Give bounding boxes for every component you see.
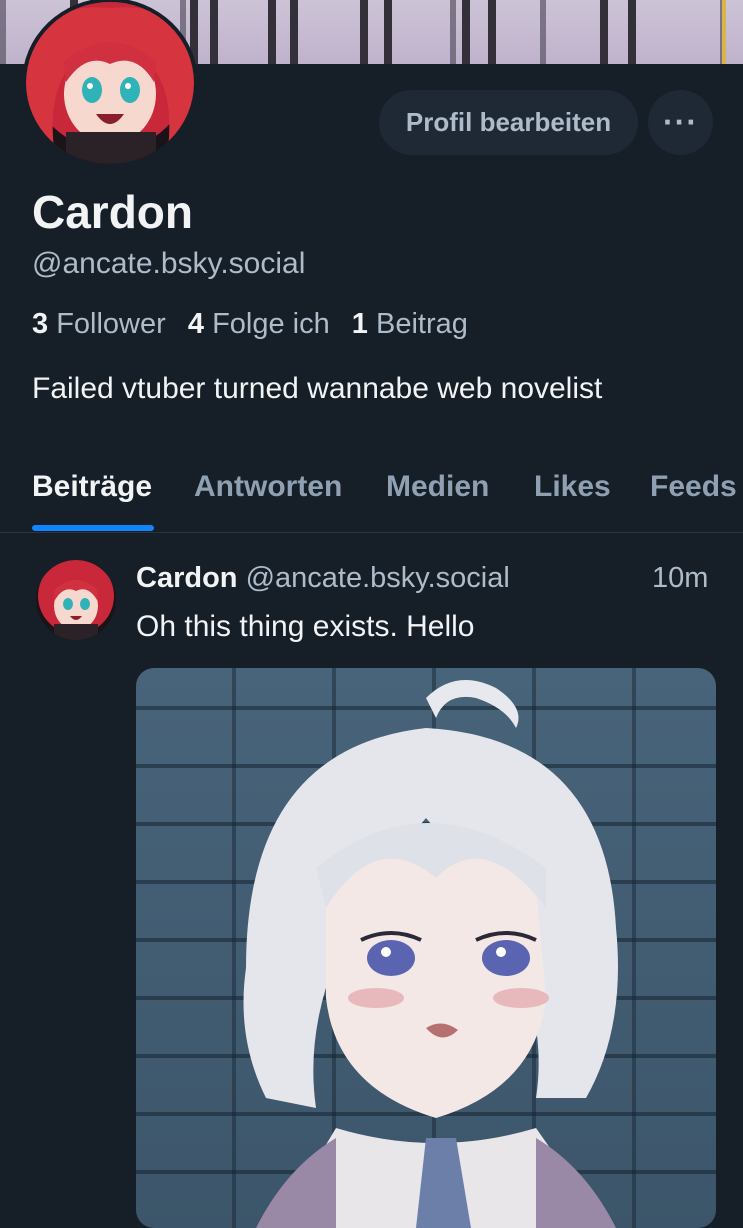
post-text: Oh this thing exists. Hello xyxy=(136,610,475,643)
profile-name: Cardon xyxy=(32,186,193,238)
following-count: 4 xyxy=(187,308,204,340)
followers-count: 3 xyxy=(32,308,49,340)
post-author-handle: @ancate.bsky.social xyxy=(245,562,510,594)
tab-likes[interactable]: Likes xyxy=(534,470,611,504)
post-author-name: Cardon xyxy=(136,562,238,594)
post-author-avatar[interactable] xyxy=(36,560,116,640)
profile-avatar[interactable] xyxy=(22,0,198,168)
tab-media[interactable]: Medien xyxy=(386,470,489,504)
profile-stats: 3 Follower 4 Folge ich 1 Beitrag xyxy=(32,308,482,341)
posts-stat: 1 Beitrag xyxy=(352,308,468,340)
post-image[interactable] xyxy=(136,668,716,1228)
posts-label: Beitrag xyxy=(376,308,468,340)
edit-profile-button[interactable]: Profil bearbeiten xyxy=(379,90,638,155)
avatar-image xyxy=(36,560,116,640)
post-image-illustration xyxy=(243,680,618,1228)
profile-tabs: Beiträge Antworten Medien Likes Feeds xyxy=(0,456,743,533)
tab-posts[interactable]: Beiträge xyxy=(32,470,152,504)
tab-feeds[interactable]: Feeds xyxy=(650,470,737,504)
profile-handle: @ancate.bsky.social xyxy=(32,247,306,280)
posts-count: 1 xyxy=(351,308,368,340)
active-tab-indicator xyxy=(32,525,154,531)
post-timestamp[interactable]: 10m xyxy=(652,562,708,595)
followers-label: Follower xyxy=(56,308,166,340)
avatar-image xyxy=(26,2,194,164)
more-options-button[interactable]: ··· xyxy=(648,90,713,155)
tab-replies[interactable]: Antworten xyxy=(194,470,342,504)
following-stat[interactable]: 4 Folge ich xyxy=(188,308,330,340)
ellipsis-icon: ··· xyxy=(663,104,698,140)
followers-stat[interactable]: 3 Follower xyxy=(32,308,166,340)
profile-bio: Failed vtuber turned wannabe web novelis… xyxy=(32,372,603,405)
following-label: Folge ich xyxy=(212,308,330,340)
post-author[interactable]: Cardon @ancate.bsky.social xyxy=(136,562,510,595)
